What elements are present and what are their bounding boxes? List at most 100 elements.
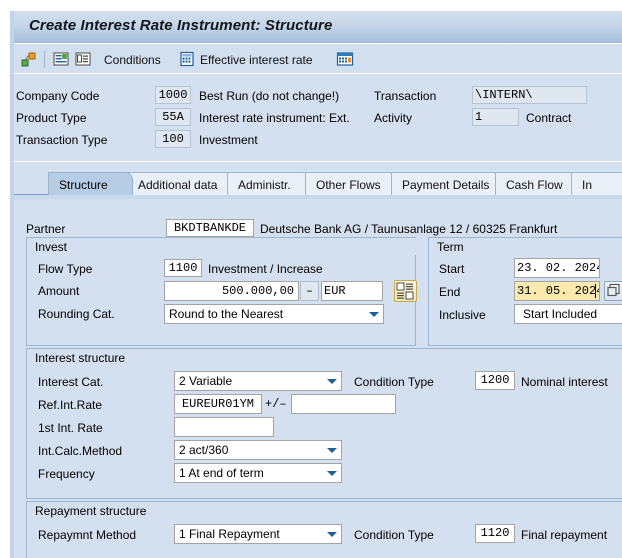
interest-condition-type-field[interactable]: 1200 xyxy=(475,371,515,390)
detail-icon xyxy=(74,50,92,71)
structure-graphic-button[interactable] xyxy=(20,49,38,71)
start-date-field[interactable]: 23. 02. 2024 xyxy=(514,258,600,278)
ref-int-rate-sign-label: +/– xyxy=(265,396,287,412)
company-code-field[interactable]: 1000 xyxy=(155,86,191,104)
frequency-value: 1 At end of term xyxy=(179,466,264,480)
end-date-search-help-button[interactable] xyxy=(604,281,622,301)
first-int-rate-field[interactable] xyxy=(174,417,274,437)
structure-graphic-icon xyxy=(20,50,38,71)
company-code-label: Company Code xyxy=(16,88,99,104)
inclusive-select[interactable]: Start Included xyxy=(514,304,622,324)
tab-interest-truncated[interactable]: In xyxy=(571,172,622,195)
term-group-title: Term xyxy=(428,237,622,255)
repayment-method-label: Repaymnt Method xyxy=(38,527,136,543)
partner-field[interactable]: BKDTBANKDE xyxy=(166,219,254,237)
window-frame-top xyxy=(0,0,622,11)
invest-group-title: Invest xyxy=(26,237,416,255)
tab-cash-flow[interactable]: Cash Flow xyxy=(495,172,577,195)
calculator-icon xyxy=(179,51,195,70)
frequency-select[interactable]: 1 At end of term xyxy=(174,463,342,483)
end-date-field[interactable]: 31. 05. 2024 xyxy=(514,281,600,301)
activity-description: Contract xyxy=(526,110,571,126)
tab-additional-data-label: Additional data xyxy=(138,178,217,192)
tab-structure[interactable]: Structure xyxy=(48,172,133,195)
flow-type-description: Investment / Increase xyxy=(208,261,323,277)
tab-additional-data[interactable]: Additional data xyxy=(127,172,233,195)
currency-field[interactable]: EUR xyxy=(321,281,383,301)
interest-cat-value: 2 Variable xyxy=(179,374,232,388)
chevron-down-icon xyxy=(327,448,337,453)
calendar-icon xyxy=(336,51,354,70)
page-title: Create Interest Rate Instrument: Structu… xyxy=(29,17,332,34)
chevron-down-icon xyxy=(327,471,337,476)
transaction-field[interactable]: \INTERN\ xyxy=(472,86,587,104)
repayment-structure-group-title: Repayment structure xyxy=(26,501,622,519)
tab-administr[interactable]: Administr. xyxy=(227,172,311,195)
toolbar-separator xyxy=(44,51,45,68)
first-int-rate-label: 1st Int. Rate xyxy=(38,420,103,436)
transaction-type-description: Investment xyxy=(199,132,258,148)
matrix-grid-icon xyxy=(395,281,416,301)
rounding-cat-select[interactable]: Round to the Nearest xyxy=(164,304,384,324)
ref-int-rate-label: Ref.Int.Rate xyxy=(38,397,102,413)
product-type-description: Interest rate instrument: Ext. xyxy=(199,110,350,126)
conditions-label: Conditions xyxy=(104,53,161,67)
tab-payment-details-label: Payment Details xyxy=(402,178,489,192)
text-caret xyxy=(595,284,596,298)
amount-sign-field[interactable]: – xyxy=(300,281,319,301)
structure-tab-panel: Partner BKDTBANKDE Deutsche Bank AG / Ta… xyxy=(14,199,622,558)
conditions-button[interactable]: Conditions xyxy=(104,49,161,71)
display-detail-button[interactable] xyxy=(74,49,92,71)
end-label: End xyxy=(439,284,460,300)
repayment-method-select[interactable]: 1 Final Repayment xyxy=(174,524,342,544)
inclusive-value: Start Included xyxy=(523,307,597,321)
effective-interest-rate-button[interactable]: Effective interest rate xyxy=(179,49,313,71)
amount-label: Amount xyxy=(38,283,79,299)
tab-other-flows[interactable]: Other Flows xyxy=(305,172,397,195)
cash-flow-calendar-button[interactable] xyxy=(336,49,354,71)
chevron-down-icon xyxy=(369,312,379,317)
flow-type-field[interactable]: 1100 xyxy=(164,259,202,277)
ref-int-rate-spread-field[interactable] xyxy=(291,394,396,414)
interest-cat-select[interactable]: 2 Variable xyxy=(174,371,342,391)
effective-interest-rate-label: Effective interest rate xyxy=(200,53,313,67)
frequency-label: Frequency xyxy=(38,466,95,482)
ref-int-rate-field[interactable]: EUREUR01YM xyxy=(174,394,262,414)
int-calc-method-select[interactable]: 2 act/360 xyxy=(174,440,342,460)
product-type-field[interactable]: 55A xyxy=(155,108,191,126)
search-help-icon xyxy=(605,282,622,300)
list-icon xyxy=(52,50,70,71)
transaction-label: Transaction xyxy=(374,88,436,104)
chevron-down-icon xyxy=(327,379,337,384)
amount-field[interactable]: 500.000,00 xyxy=(164,281,299,301)
interest-condition-type-label: Condition Type xyxy=(354,374,434,390)
tab-cash-flow-label: Cash Flow xyxy=(506,178,563,192)
tab-administr-label: Administr. xyxy=(238,178,291,192)
partner-label: Partner xyxy=(26,221,65,237)
title-bar: Create Interest Rate Instrument: Structu… xyxy=(14,11,622,44)
interest-structure-group-title: Interest structure xyxy=(26,348,622,366)
repayment-condition-type-field[interactable]: 1120 xyxy=(475,524,515,543)
repayment-condition-type-description: Final repayment xyxy=(521,527,607,543)
transaction-type-field[interactable]: 100 xyxy=(155,130,191,148)
int-calc-method-label: Int.Calc.Method xyxy=(38,443,122,459)
tab-other-flows-label: Other Flows xyxy=(316,178,381,192)
product-type-label: Product Type xyxy=(16,110,87,126)
rounding-cat-value: Round to the Nearest xyxy=(169,307,283,321)
company-code-description: Best Run (do not change!) xyxy=(199,88,339,104)
tab-strip: Structure Additional data Administr. Oth… xyxy=(14,163,622,199)
application-toolbar: Conditions Effective interest rate xyxy=(14,45,622,74)
activity-field[interactable]: 1 xyxy=(472,108,519,126)
transaction-header: Company Code 1000 Best Run (do not chang… xyxy=(14,75,622,162)
flow-type-label: Flow Type xyxy=(38,261,92,277)
partner-description: Deutsche Bank AG / Taunusanlage 12 / 603… xyxy=(260,221,557,237)
sap-transaction-window: Create Interest Rate Instrument: Structu… xyxy=(0,0,622,558)
tab-payment-details[interactable]: Payment Details xyxy=(391,172,501,195)
chevron-down-icon xyxy=(327,532,337,537)
currency-matrix-button[interactable] xyxy=(394,280,417,302)
int-calc-method-value: 2 act/360 xyxy=(179,443,228,457)
rounding-cat-label: Rounding Cat. xyxy=(38,306,115,322)
repayment-method-value: 1 Final Repayment xyxy=(179,527,280,541)
tab-interest-truncated-label: In xyxy=(582,178,592,192)
display-list-button[interactable] xyxy=(52,49,70,71)
